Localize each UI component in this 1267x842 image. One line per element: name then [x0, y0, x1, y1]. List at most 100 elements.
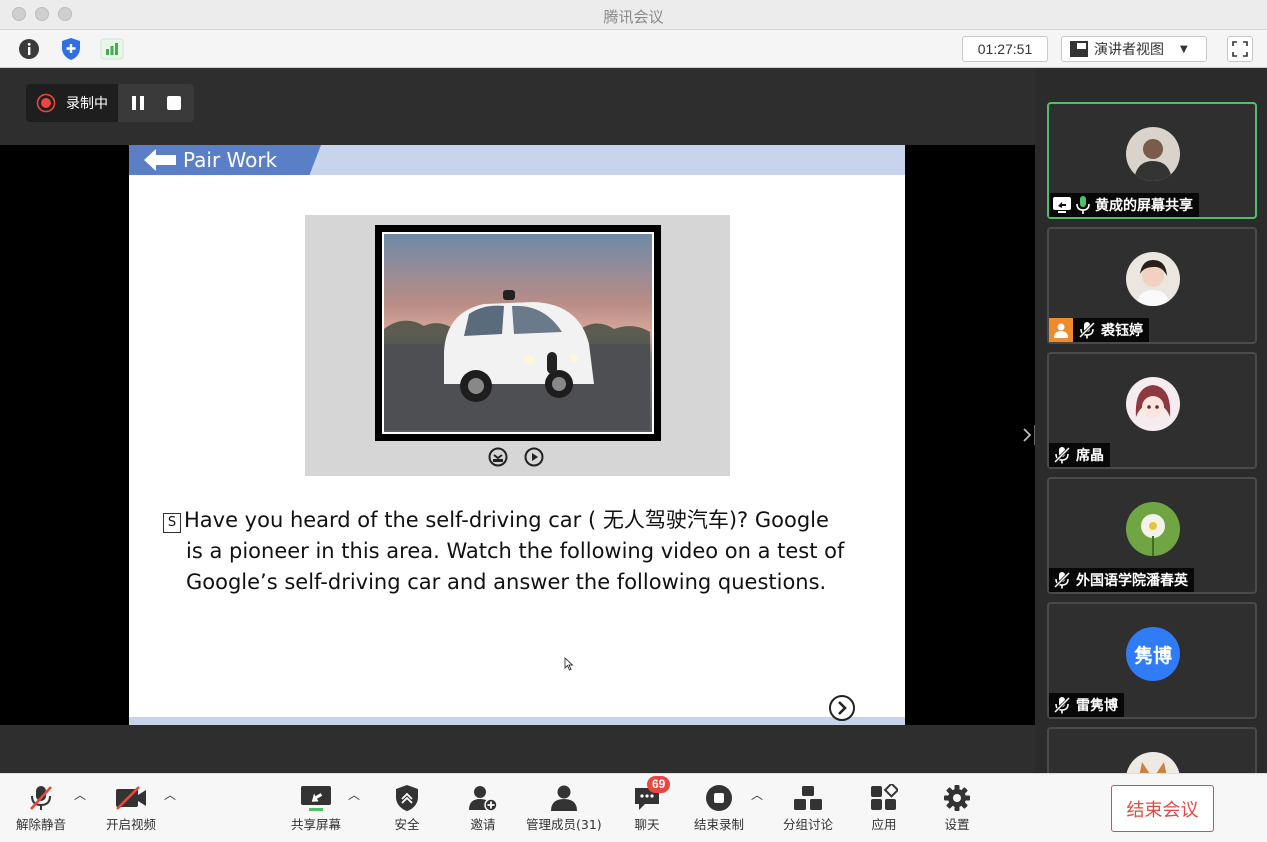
- chevron-up-icon[interactable]: ︿: [348, 786, 360, 803]
- participant-name-bar: 席晶: [1049, 443, 1110, 467]
- unmute-button[interactable]: 解除静音: [16, 782, 66, 833]
- settings-button[interactable]: 设置: [943, 782, 971, 833]
- question-line1-b: )? Google: [728, 508, 829, 532]
- participant-tile[interactable]: [1047, 727, 1257, 773]
- shared-screen-stage: 录制中 Pair Work S Have you heard of the se…: [0, 68, 1035, 773]
- slide-header-title: Pair Work: [183, 148, 278, 172]
- participant-name-bar: 外国语学院潘春英: [1049, 568, 1194, 592]
- meeting-timer: 01:27:51: [962, 36, 1048, 62]
- arrow-left-icon: [144, 149, 176, 171]
- security-shield-icon: [396, 785, 418, 811]
- presentation-slide: Pair Work S Have you heard of the self-d…: [129, 145, 905, 725]
- slide-question-text: S Have you heard of the self-driving car …: [163, 505, 863, 598]
- stop-recording-label: 结束录制: [694, 817, 745, 832]
- screen-share-icon: [1053, 197, 1071, 213]
- security-button[interactable]: 安全: [394, 782, 420, 833]
- invite-button[interactable]: 邀请: [468, 782, 498, 833]
- participant-name-bar: 雷隽博: [1049, 693, 1124, 717]
- mic-active-icon: [1076, 196, 1090, 214]
- signal-icon[interactable]: [100, 37, 124, 61]
- breakout-icon: [794, 786, 822, 810]
- share-screen-button[interactable]: 共享屏幕: [291, 782, 341, 833]
- chevron-up-icon[interactable]: ︿: [164, 786, 176, 803]
- mic-muted-icon: [1053, 696, 1071, 714]
- view-mode-label: 演讲者视图: [1094, 42, 1164, 58]
- record-dot-icon: [36, 93, 56, 113]
- apps-button[interactable]: 应用: [870, 782, 898, 833]
- unmute-label: 解除静音: [16, 817, 67, 832]
- recording-label: 录制中: [66, 96, 108, 112]
- view-mode-dropdown[interactable]: 演讲者视图 ▼: [1061, 36, 1207, 62]
- breakout-rooms-button[interactable]: 分组讨论: [783, 782, 833, 833]
- mic-muted-icon: [1078, 321, 1096, 339]
- mic-muted-icon: [1053, 446, 1071, 464]
- chevron-up-icon[interactable]: ︿: [751, 786, 763, 803]
- end-meeting-button[interactable]: 结束会议: [1111, 785, 1214, 832]
- slide-footer: [129, 717, 905, 725]
- shield-icon[interactable]: [59, 37, 83, 61]
- start-video-button[interactable]: 开启视频: [106, 782, 156, 833]
- recording-bar: 录制中: [26, 84, 194, 122]
- mic-muted-icon: [1053, 571, 1071, 589]
- participant-panel: 黄成的屏幕共享 裘钰婷 席晶 外国语学院潘春英 隽博 雷隽博: [1035, 68, 1267, 773]
- participant-name: 席晶: [1076, 448, 1104, 464]
- participant-name-bar: 黄成的屏幕共享: [1049, 193, 1199, 217]
- chat-button[interactable]: 69 聊天: [633, 776, 671, 833]
- stop-record-icon: [706, 785, 732, 811]
- recording-status: 录制中: [26, 84, 118, 122]
- avatar: [1126, 127, 1180, 181]
- avatar-initials: 隽博: [1133, 644, 1172, 667]
- manage-members-button[interactable]: 管理成员(31): [526, 782, 602, 833]
- fullscreen-icon[interactable]: [1227, 36, 1253, 62]
- media-controls: [488, 447, 544, 467]
- chat-unread-badge: 69: [647, 776, 671, 793]
- next-slide-button[interactable]: [829, 695, 855, 721]
- participant-name: 裘钰婷: [1101, 323, 1143, 339]
- avatar: [1126, 502, 1180, 556]
- stop-recording-button[interactable]: 结束录制: [694, 782, 744, 833]
- manage-members-label: 管理成员(31): [526, 817, 602, 832]
- participant-tile[interactable]: 外国语学院潘春英: [1047, 477, 1257, 594]
- apps-icon: [871, 784, 898, 810]
- participant-name: 雷隽博: [1076, 698, 1118, 714]
- question-line2: is a pioneer in this area. Watch the fol…: [186, 539, 845, 563]
- mic-muted-icon: [30, 786, 52, 810]
- chevron-up-icon[interactable]: ︿: [74, 786, 86, 803]
- play-icon[interactable]: [524, 447, 544, 467]
- layout-icon: [1070, 41, 1088, 57]
- participant-tile[interactable]: 隽博 雷隽博: [1047, 602, 1257, 719]
- security-label: 安全: [394, 817, 420, 832]
- members-icon: [550, 785, 577, 811]
- participant-tile[interactable]: 裘钰婷: [1047, 227, 1257, 344]
- meeting-toolbar: 01:27:51 演讲者视图 ▼: [0, 30, 1267, 68]
- chevron-down-icon: ▼: [1180, 43, 1188, 55]
- stop-recording-icon[interactable]: [166, 95, 182, 111]
- mouse-cursor-icon: [564, 657, 574, 671]
- avatar: 隽博: [1126, 627, 1180, 681]
- settings-label: 设置: [944, 817, 970, 832]
- captions-icon[interactable]: [488, 447, 508, 467]
- avatar: [1126, 752, 1180, 773]
- meeting-controls-bar: 解除静音 ︿ 开启视频 ︿ 共享屏幕 ︿ 安全 邀请 管理成员(31) 69 聊…: [0, 773, 1267, 842]
- invite-user-icon: [469, 786, 498, 812]
- window-title: 腾讯会议: [603, 8, 664, 26]
- question-marker: S: [163, 513, 181, 533]
- pause-recording-icon[interactable]: [130, 95, 146, 111]
- video-frame: [305, 215, 730, 476]
- participant-tile[interactable]: 黄成的屏幕共享: [1047, 102, 1257, 219]
- question-line1-a: Have you heard of the self-driving car (: [184, 508, 603, 532]
- participant-tile[interactable]: 席晶: [1047, 352, 1257, 469]
- start-video-label: 开启视频: [106, 817, 157, 832]
- gear-icon: [944, 785, 970, 811]
- share-screen-icon: [301, 786, 331, 811]
- participant-name: 外国语学院潘春英: [1076, 573, 1188, 589]
- question-line1-cn: 无人驾驶汽车: [602, 508, 729, 532]
- chevron-right-icon: [838, 701, 847, 715]
- car-photo[interactable]: [375, 225, 661, 441]
- title-bar: 腾讯会议: [0, 0, 1267, 30]
- share-screen-label: 共享屏幕: [291, 817, 342, 832]
- info-icon[interactable]: [17, 37, 41, 61]
- user-icon: [1049, 318, 1073, 342]
- apps-label: 应用: [871, 817, 897, 832]
- participant-name-bar: 裘钰婷: [1049, 318, 1149, 342]
